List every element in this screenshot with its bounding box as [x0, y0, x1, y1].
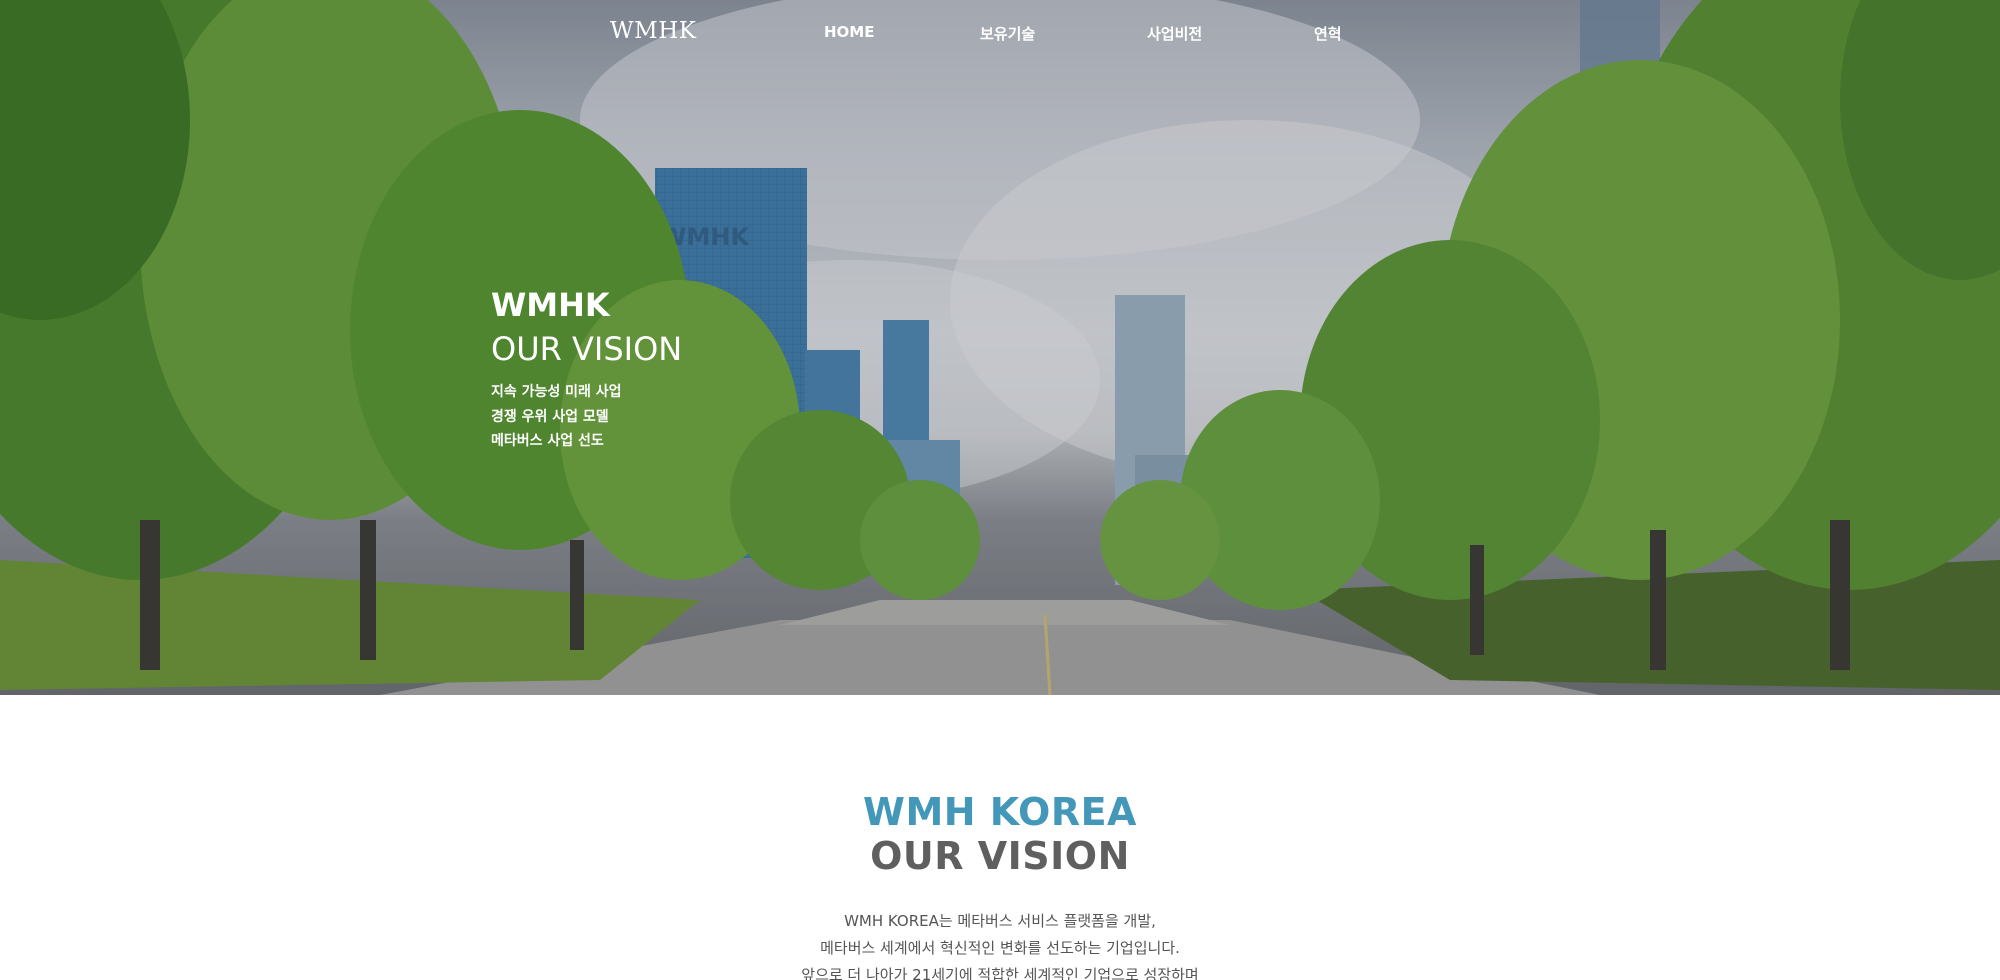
hero-tagline: 경쟁 우위 사업 모델 [491, 408, 609, 425]
section-description: WMH KOREA는 메타버스 서비스 플랫폼을 개발, 메타버스 세계에서 혁… [0, 908, 2000, 980]
section-title-company: WMH KOREA [863, 790, 1137, 834]
nav-item-technology[interactable]: 보유기술 [980, 23, 1035, 44]
hero-tagline: 지속 가능성 미래 사업 [491, 384, 622, 400]
nav-item-business-vision[interactable]: 사업비전 [1147, 23, 1202, 44]
hero-tagline-list: 지속 가능성 미래 사업 경쟁 우위 사업 모델 메타버스 사업 선도 [491, 380, 682, 454]
hero-tagline: 메타버스 사업 선도 [491, 433, 604, 449]
top-navigation: WMHK HOME 보유기술 사업비전 연혁 [0, 0, 2000, 64]
description-line: 메타버스 세계에서 혁신적인 변화를 선도하는 기업입니다. [820, 939, 1180, 957]
nav-item-home[interactable]: HOME [824, 23, 874, 41]
section-title-vision: OUR VISION [870, 834, 1130, 878]
site-logo[interactable]: WMHK [610, 18, 696, 44]
hero-brand: WMHK [491, 286, 610, 324]
description-line: WMH KOREA는 메타버스 서비스 플랫폼을 개발, [844, 912, 1156, 930]
hero-vision-heading: OUR VISION [491, 330, 683, 368]
hero-overlay [0, 0, 2000, 695]
hero-text-block: WMHK OUR VISION 지속 가능성 미래 사업 경쟁 우위 사업 모델… [491, 284, 682, 454]
hero-banner: WMHK WMHK HOME 보유기술 사업비전 연혁 WMHK OUR VIS… [0, 0, 2000, 695]
description-line: 앞으로 더 나아가 21세기에 적합한 세계적인 기업으로 성장하며 [801, 966, 1199, 980]
nav-item-history[interactable]: 연혁 [1314, 23, 1342, 44]
